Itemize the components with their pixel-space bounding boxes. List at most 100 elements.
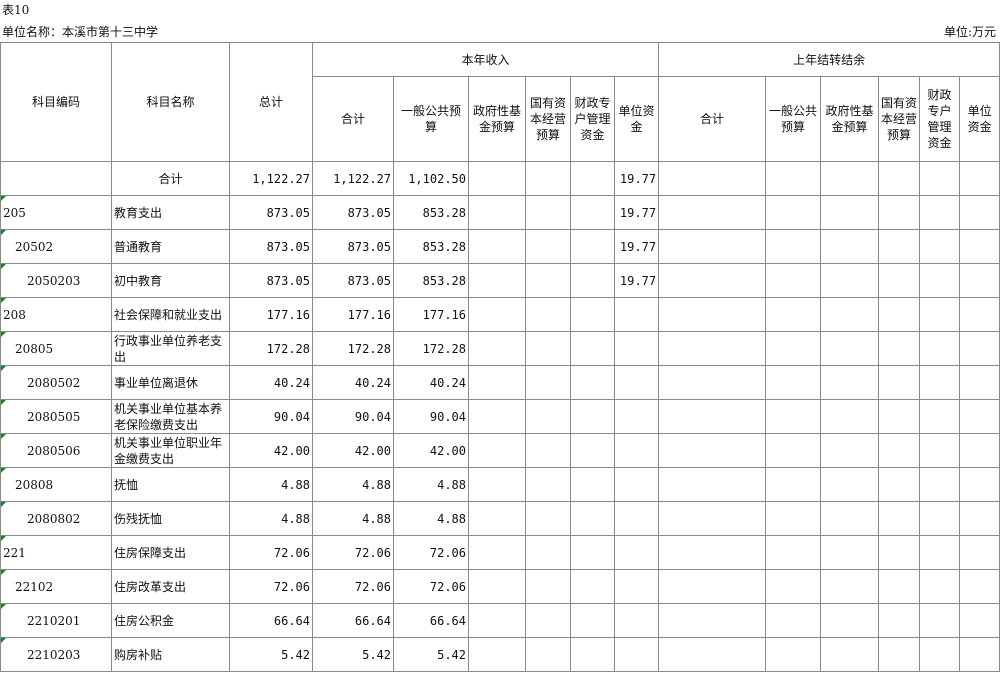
cell-name-text: 普通教育 <box>114 239 163 254</box>
table-label: 表10 <box>2 3 30 17</box>
table-row: 208 社会保障和就业支出 177.16 177.16 177.16 <box>0 297 1000 332</box>
cell-name: 事业单位离退休 <box>111 365 230 400</box>
cell-marker-icon <box>1 264 6 269</box>
cell-name: 住房改革支出 <box>111 569 230 604</box>
cell-state <box>525 365 571 400</box>
cell-name-text: 教育支出 <box>114 205 163 220</box>
cell-marker-icon <box>1 434 6 439</box>
cell-state <box>525 399 571 434</box>
cell-total-text: 172.28 <box>266 341 310 356</box>
cell-prior-unit <box>959 161 1000 196</box>
cell-general-text: 72.06 <box>429 545 466 560</box>
table-row: 合计 1,122.27 1,122.27 1,102.50 19.77 <box>0 161 1000 196</box>
cell-prior-fund <box>820 501 880 536</box>
cell-prior-unit <box>959 637 1000 672</box>
cell-prior-sum <box>658 467 767 502</box>
cell-fund <box>468 161 526 196</box>
cell-prior-state <box>878 399 921 434</box>
cell-marker-icon <box>1 570 6 575</box>
cell-prior-unit <box>959 501 1000 536</box>
cell-sum-text: 5.42 <box>362 647 391 662</box>
cell-name-text: 机关事业单位职业年金缴费支出 <box>114 435 223 466</box>
cell-general: 853.28 <box>393 195 469 230</box>
cell-state <box>525 501 571 536</box>
header-prior-special: 财政专户管理资金 <box>919 76 961 162</box>
cell-prior-state <box>878 433 921 468</box>
cell-prior-sum <box>658 637 767 672</box>
cell-code-text: 2210201 <box>27 613 81 628</box>
cell-prior-fund <box>820 637 880 672</box>
cell-general: 42.00 <box>393 433 469 468</box>
cell-special <box>570 297 615 332</box>
cell-special <box>570 433 615 468</box>
cell-total: 1,122.27 <box>229 161 313 196</box>
cell-general: 72.06 <box>393 535 469 570</box>
cell-prior-sum <box>658 569 767 604</box>
cell-sum: 66.64 <box>312 603 394 638</box>
cell-code-text: 20808 <box>15 477 54 492</box>
cell-prior-special <box>919 637 961 672</box>
cell-unit <box>613 297 660 332</box>
cell-special <box>570 263 615 298</box>
cell-prior-fund <box>820 195 880 230</box>
cell-state <box>525 637 571 672</box>
table-row: 2080802 伤残抚恤 4.88 4.88 4.88 <box>0 501 1000 536</box>
cell-general: 66.64 <box>393 603 469 638</box>
cell-fund <box>468 535 526 570</box>
header-total: 总计 <box>229 42 313 162</box>
cell-prior-general <box>765 399 822 434</box>
cell-general-text: 177.16 <box>422 307 466 322</box>
cell-state <box>525 297 571 332</box>
cell-marker-icon <box>1 298 6 303</box>
cell-sum: 40.24 <box>312 365 394 400</box>
header-prior-unit: 单位资金 <box>959 76 1000 162</box>
cell-total: 72.06 <box>229 535 313 570</box>
cell-marker-icon <box>1 230 6 235</box>
table-row: 20808 抚恤 4.88 4.88 4.88 <box>0 467 1000 502</box>
cell-state <box>525 433 571 468</box>
cell-unit <box>613 399 660 434</box>
currency-unit: 单位:万元 <box>943 25 996 39</box>
cell-prior-special <box>919 161 961 196</box>
cell-prior-unit <box>959 331 1000 366</box>
cell-marker-icon <box>1 366 6 371</box>
cell-general: 172.28 <box>393 331 469 366</box>
cell-state <box>525 331 571 366</box>
header-name: 科目名称 <box>111 42 230 162</box>
cell-prior-unit <box>959 297 1000 332</box>
cell-prior-special <box>919 467 961 502</box>
cell-fund <box>468 331 526 366</box>
cell-unit: 19.77 <box>613 195 660 230</box>
cell-name: 住房保障支出 <box>111 535 230 570</box>
cell-sum-text: 873.05 <box>347 239 391 254</box>
cell-special <box>570 195 615 230</box>
cell-fund <box>468 263 526 298</box>
cell-total: 72.06 <box>229 569 313 604</box>
cell-general: 853.28 <box>393 229 469 264</box>
cell-prior-special <box>919 501 961 536</box>
cell-prior-general <box>765 535 822 570</box>
cell-sum-text: 72.06 <box>354 579 391 594</box>
cell-prior-special <box>919 229 961 264</box>
cell-code: 2080502 <box>0 365 112 400</box>
cell-sum: 5.42 <box>312 637 394 672</box>
cell-code: 2080505 <box>0 399 112 434</box>
cell-prior-unit <box>959 467 1000 502</box>
header-state: 国有资本经营预算 <box>525 76 571 162</box>
cell-prior-state <box>878 467 921 502</box>
cell-prior-unit <box>959 535 1000 570</box>
cell-code-text: 2210203 <box>27 647 81 662</box>
cell-prior-special <box>919 603 961 638</box>
cell-general: 853.28 <box>393 263 469 298</box>
cell-prior-unit <box>959 569 1000 604</box>
cell-sum-text: 873.05 <box>347 205 391 220</box>
cell-name-text: 事业单位离退休 <box>114 375 199 390</box>
cell-prior-general <box>765 161 822 196</box>
cell-code-text: 20805 <box>15 341 54 356</box>
cell-state <box>525 229 571 264</box>
cell-prior-general <box>765 467 822 502</box>
cell-name-text: 购房补贴 <box>114 647 163 662</box>
cell-prior-general <box>765 195 822 230</box>
header-prior-state: 国有资本经营预算 <box>878 76 921 162</box>
cell-prior-special <box>919 297 961 332</box>
